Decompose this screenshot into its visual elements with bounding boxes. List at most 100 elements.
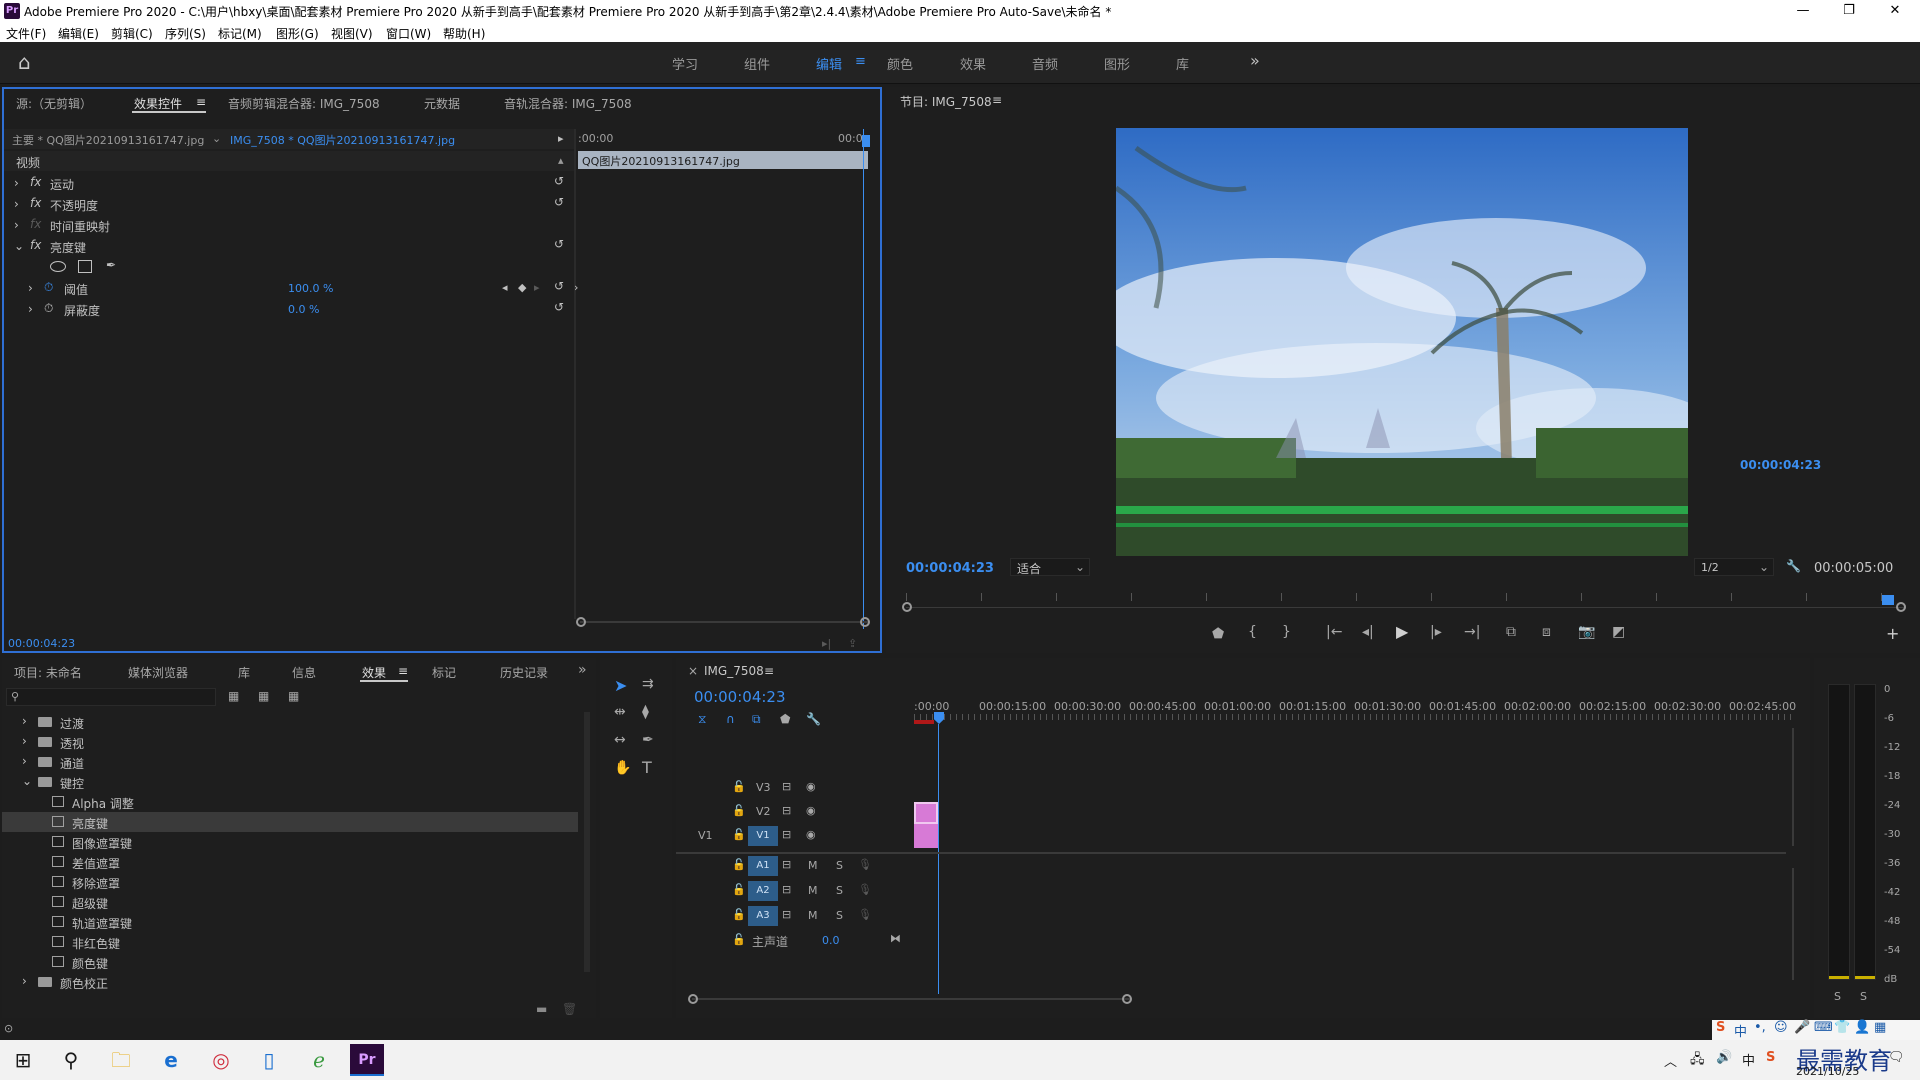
minimize-button[interactable]: — [1780, 0, 1826, 22]
track-v1[interactable]: V1 🔓 V1 ⊟ ◉ [676, 824, 1786, 848]
reset-icon[interactable]: ↺ [554, 300, 564, 314]
track-target-a1[interactable]: A1 [748, 856, 778, 876]
accelerated-effects-icon[interactable]: ▦ [228, 689, 239, 703]
ec-timeline-ruler[interactable]: :00:00 00:0 [576, 129, 880, 149]
ellipse-mask-icon[interactable] [50, 261, 66, 272]
lock-icon[interactable]: 🔓 [732, 908, 746, 921]
workspace-tab-libraries[interactable]: 库 [1176, 54, 1189, 73]
tab-effect-controls[interactable]: 效果控件 [134, 95, 182, 112]
tab-history[interactable]: 历史记录 [500, 664, 548, 681]
overwrite-icon[interactable]: ⧈ [1542, 624, 1551, 640]
chevron-down-icon[interactable]: ⌄ [22, 774, 32, 788]
edge-icon[interactable]: e [154, 1044, 188, 1076]
linked-selection-icon[interactable]: ⧉ [752, 712, 761, 727]
wrench-icon[interactable]: 🔧 [1786, 559, 1801, 573]
go-to-end-icon[interactable]: ⧓ [890, 932, 901, 945]
track-v2[interactable]: 🔓 V2 ⊟ ◉ [676, 800, 1786, 824]
program-title[interactable]: 节目: IMG_7508 [900, 93, 992, 110]
menu-graphics[interactable]: 图形(G) [276, 25, 319, 42]
resolution-select[interactable]: 1/2 ⌄ [1694, 558, 1774, 576]
add-button-icon[interactable]: + [1886, 624, 1899, 643]
effect-item[interactable]: Alpha 调整 [2, 792, 578, 812]
scroll-handle-right[interactable] [1122, 994, 1132, 1004]
param-value[interactable]: 100.0 % [288, 282, 333, 295]
param-row-cutoff[interactable]: › ⏱ 屏蔽度 0.0 % ↺ [6, 299, 576, 319]
track-target-v1[interactable]: V1 [748, 826, 778, 846]
solo-button[interactable]: S [836, 884, 843, 897]
volume-icon[interactable]: 🔊 [1716, 1050, 1732, 1065]
tab-audio-clip-mixer[interactable]: 音频剪辑混合器: IMG_7508 [228, 95, 380, 112]
home-icon[interactable]: ⌂ [18, 50, 31, 74]
pinned-app-icon[interactable]: ◎ [204, 1044, 238, 1076]
work-area-bar[interactable] [914, 720, 934, 724]
mic-icon[interactable]: 🎙 [858, 908, 872, 921]
source-patch-label[interactable]: V1 [698, 829, 713, 842]
timeline-settings-icon[interactable]: 🔧 [806, 712, 821, 726]
sync-lock-icon[interactable]: ⊟ [782, 828, 791, 841]
yuv-effects-icon[interactable]: ▦ [288, 689, 299, 703]
punctuation-icon[interactable]: •, [1754, 1020, 1766, 1035]
tab-effect-controls-menu[interactable]: ≡ [196, 95, 206, 109]
scroll-handle-left[interactable] [576, 617, 586, 627]
search-icon[interactable]: ⚲ [54, 1044, 88, 1076]
sync-lock-icon[interactable]: ⊟ [782, 780, 791, 793]
v2-clip[interactable] [914, 802, 938, 824]
fx-badge-icon[interactable]: fx [30, 175, 41, 189]
add-keyframe-icon[interactable]: ◆ [518, 281, 526, 294]
add-marker-icon[interactable]: ⬟ [1212, 626, 1224, 642]
sync-lock-icon[interactable]: ⊟ [782, 883, 791, 896]
track-a1[interactable]: 🔓 A1 ⊟ M S 🎙 [676, 854, 1786, 878]
workspace-more-button[interactable]: » [1250, 51, 1260, 70]
file-explorer-icon[interactable]: 🗀 [104, 1044, 138, 1076]
maximize-button[interactable]: ❐ [1826, 0, 1872, 22]
notification-icon[interactable]: 🗨 [1888, 1050, 1905, 1065]
solo-button[interactable]: S [836, 909, 843, 922]
menu-view[interactable]: 视图(V) [331, 25, 373, 42]
video-vertical-scrollbar[interactable] [1792, 728, 1794, 846]
chevron-right-icon[interactable]: › [22, 974, 27, 988]
chevron-up-icon[interactable]: ︿ [1664, 1051, 1677, 1070]
lock-icon[interactable]: 🔓 [732, 933, 746, 946]
reset-icon[interactable]: ↺ [554, 237, 564, 251]
lock-icon[interactable]: 🔓 [732, 858, 746, 871]
play-button[interactable]: ▶ [1396, 622, 1408, 641]
ec-clip-bar[interactable]: QQ图片20210913161747.jpg [578, 151, 868, 169]
new-bin-icon[interactable]: ▬ [536, 1002, 547, 1016]
effect-item[interactable]: 移除遮罩 [2, 872, 578, 892]
track-target-a3[interactable]: A3 [748, 906, 778, 926]
tab-audio-track-mixer[interactable]: 音轨混合器: IMG_7508 [504, 95, 632, 112]
type-tool-icon[interactable]: T [642, 758, 652, 777]
chevron-right-icon[interactable]: › [14, 197, 19, 211]
scroll-handle-left[interactable] [688, 994, 698, 1004]
meter-solo-right[interactable]: S [1860, 990, 1867, 1003]
timeline-horizontal-scrollbar[interactable] [688, 994, 1132, 1004]
ec-timecode[interactable]: 00:00:04:23 [8, 637, 75, 650]
pen-tool-icon[interactable]: ✒ [642, 732, 654, 748]
camera-icon[interactable]: 📷 [1578, 624, 1595, 640]
chevron-right-icon[interactable]: › [22, 714, 27, 728]
workspace-tab-color[interactable]: 颜色 [887, 54, 913, 73]
ime-mode[interactable]: 中 [1734, 1021, 1747, 1040]
add-marker-icon[interactable]: ⬟ [780, 712, 790, 726]
track-target-a2[interactable]: A2 [748, 881, 778, 901]
zoom-fit-select[interactable]: 适合 ⌄ [1010, 558, 1090, 576]
toolbox-icon[interactable]: ▦ [1874, 1020, 1886, 1035]
reset-icon[interactable]: ↺ [554, 279, 564, 293]
chevron-down-icon[interactable]: ⌄ [212, 132, 221, 145]
menu-help[interactable]: 帮助(H) [443, 25, 485, 42]
ie-icon[interactable]: ℯ [302, 1044, 336, 1076]
tab-markers[interactable]: 标记 [432, 664, 456, 681]
scroll-up-icon[interactable]: ▴ [558, 154, 564, 167]
razor-tool-icon[interactable]: ⧫ [642, 704, 649, 720]
ec-zoom-scrollbar[interactable] [576, 617, 870, 627]
eye-icon[interactable]: ◉ [806, 804, 816, 817]
lock-icon[interactable]: 🔓 [732, 828, 746, 841]
fx-badge-icon[interactable]: fx [30, 238, 41, 252]
menu-file[interactable]: 文件(F) [6, 25, 46, 42]
chevron-right-icon[interactable]: › [28, 281, 33, 295]
mark-in-icon[interactable]: { [1248, 624, 1257, 640]
scroll-handle-right[interactable] [860, 617, 870, 627]
timeline-ruler[interactable]: :00:00 00:00:15:00 00:00:30:00 00:00:45:00 0… [914, 700, 1796, 714]
menu-markers[interactable]: 标记(M) [218, 25, 262, 42]
chevron-down-icon[interactable]: ⌄ [14, 239, 24, 253]
